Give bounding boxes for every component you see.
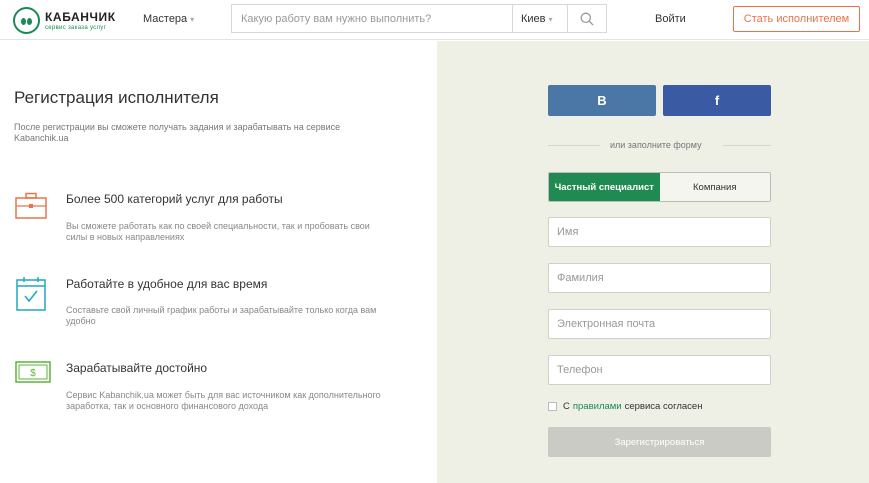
info-panel: Регистрация исполнителя После регистраци… [0,41,437,483]
or-fill-form-text: или заполните форму [610,140,702,150]
vk-icon: B [597,93,607,108]
registration-form-panel: B f или заполните форму Частный специали… [437,41,869,483]
briefcase-icon [15,192,47,219]
money-icon: $ [15,361,51,383]
feature-description: Вы сможете работать как по своей специал… [66,221,370,242]
feature-title: Работайте в удобное для вас время [66,277,268,291]
facebook-icon: f [714,93,720,108]
svg-text:$: $ [30,368,36,379]
calendar-check-icon [16,277,46,311]
vk-login-button[interactable]: B [548,85,656,116]
search-input[interactable] [232,5,512,32]
divider [548,145,600,146]
register-button[interactable]: Зарегистрироваться [548,427,771,457]
terms-checkbox[interactable] [548,402,557,411]
terms-link[interactable]: правилами [573,401,622,412]
search-icon [580,12,594,25]
terms-prefix: С [563,401,570,412]
page-title: Регистрация исполнителя [14,88,219,107]
terms-agreement: С правилами сервиса согласен [548,401,702,412]
masters-menu[interactable]: Мастера ▾ [143,13,194,25]
divider [723,145,771,146]
chevron-down-icon: ▾ [190,15,195,24]
search-bar: Киев▾ [231,4,607,33]
feature-title: Более 500 категорий услуг для работы [66,192,283,206]
city-select-value: Киев [521,13,546,25]
email-field[interactable] [548,309,771,339]
feature-description: Сервис Kabanchik.ua может быть для вас и… [66,390,381,411]
login-link[interactable]: Войти [655,13,686,25]
logo-subtitle: сервис заказа услуг [45,24,107,31]
facebook-login-button[interactable]: f [663,85,771,116]
feature-title: Зарабатывайте достойно [66,361,208,375]
terms-suffix: сервиса согласен [624,401,703,412]
become-performer-button[interactable]: Стать исполнителем [733,6,860,32]
intro-text: После регистрации вы сможете получать за… [14,122,341,143]
masters-menu-label: Мастера [143,13,188,25]
account-type-tabs: Частный специалист Компания [548,172,771,202]
logo[interactable]: КАБАНЧИК сервис заказа услуг [13,7,116,34]
top-header: КАБАНЧИК сервис заказа услуг Мастера▾ Ки… [0,0,869,40]
last-name-field[interactable] [548,263,771,293]
tab-company[interactable]: Компания [659,173,770,201]
logo-name: КАБАНЧИК [45,9,116,24]
first-name-field[interactable] [548,217,771,247]
search-button[interactable] [567,5,606,32]
phone-field[interactable] [548,355,771,385]
tab-private-specialist[interactable]: Частный специалист [549,173,660,201]
feature-description: Составьте свой личный график работы и за… [66,305,377,326]
logo-icon [13,7,40,34]
city-select[interactable]: Киев ▾ [512,5,567,32]
chevron-down-icon: ▾ [548,15,553,24]
